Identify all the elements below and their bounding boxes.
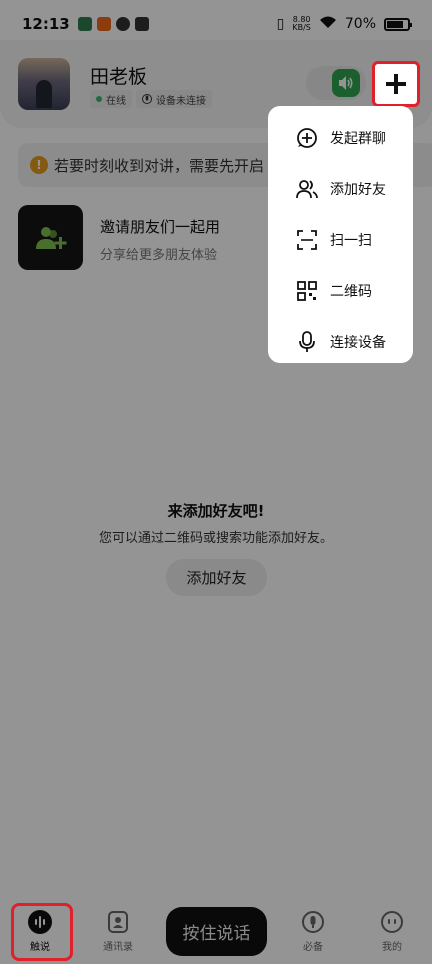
menu-item-label: 添加好友 <box>330 182 386 198</box>
menu-item-label: 发起群聊 <box>330 131 386 147</box>
add-menu-dropdown: 发起群聊 添加好友 扫一扫 二维码 连接设备 <box>268 106 413 363</box>
menu-item-add-friend[interactable]: 添加好友 <box>268 169 413 209</box>
menu-item-qr-code[interactable]: 二维码 <box>268 271 413 311</box>
menu-item-label: 扫一扫 <box>330 233 372 249</box>
active-nav-highlight <box>11 903 73 961</box>
plus-circle-icon <box>297 128 317 148</box>
scan-icon <box>297 230 317 250</box>
qr-code-icon <box>297 281 317 301</box>
menu-item-scan[interactable]: 扫一扫 <box>268 220 413 260</box>
microphone-icon <box>299 331 315 352</box>
menu-item-connect-device[interactable]: 连接设备 <box>268 322 413 362</box>
add-user-icon <box>296 180 318 199</box>
plus-icon <box>386 74 406 94</box>
menu-item-group-chat[interactable]: 发起群聊 <box>268 118 413 158</box>
menu-item-label: 连接设备 <box>330 335 386 351</box>
add-menu-button[interactable] <box>372 61 420 107</box>
menu-item-label: 二维码 <box>330 284 372 300</box>
